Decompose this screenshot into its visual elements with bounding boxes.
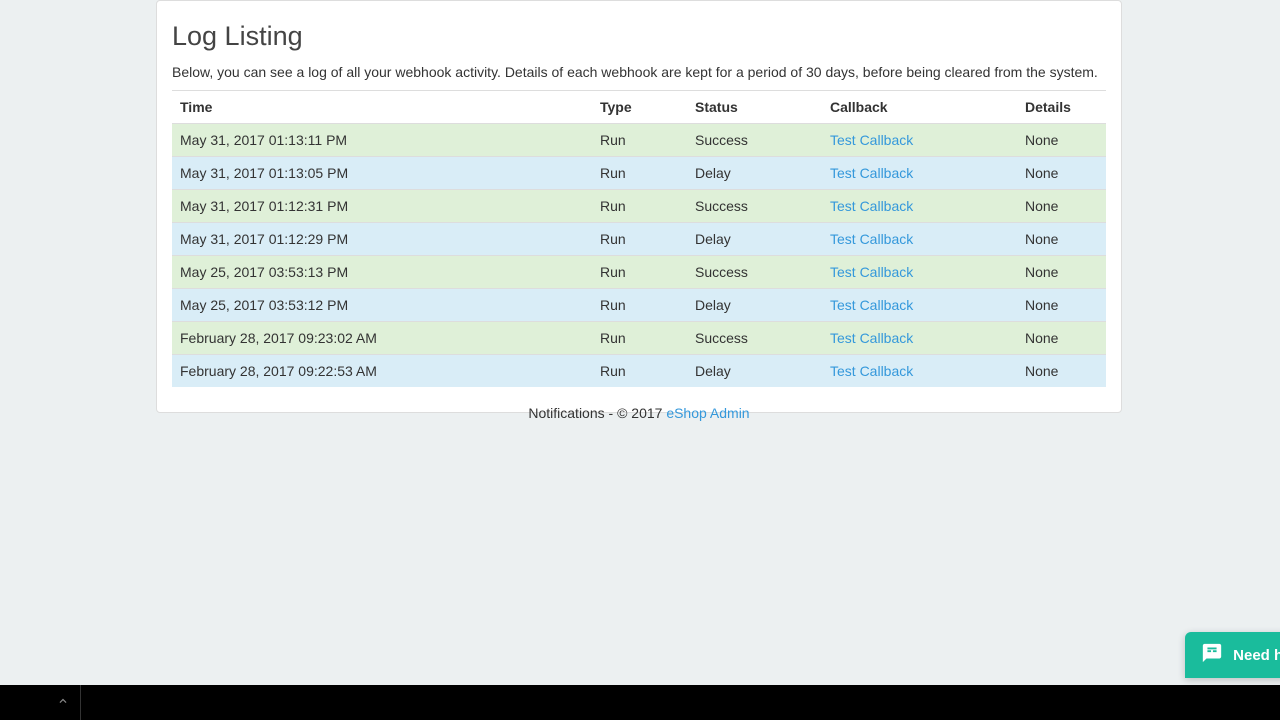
cell-status: Delay bbox=[687, 355, 822, 388]
cell-callback: Test Callback bbox=[822, 157, 1017, 190]
table-row: May 25, 2017 03:53:12 PMRunDelay Test Cal… bbox=[172, 289, 1106, 322]
help-widget[interactable]: Need help? bbox=[1185, 632, 1280, 678]
cell-type: Run bbox=[592, 256, 687, 289]
cell-type: Run bbox=[592, 355, 687, 388]
bottom-bar bbox=[0, 685, 1280, 720]
table-row: May 31, 2017 01:13:05 PMRunDelay Test Cal… bbox=[172, 157, 1106, 190]
cell-type: Run bbox=[592, 124, 687, 157]
cell-type: Run bbox=[592, 157, 687, 190]
footer-text: Notifications - © 2017 bbox=[528, 405, 666, 421]
header-details: Details bbox=[1017, 91, 1106, 124]
cell-status: Success bbox=[687, 190, 822, 223]
cell-callback: Test Callback bbox=[822, 256, 1017, 289]
cell-details: None bbox=[1017, 256, 1106, 289]
callback-link[interactable]: Test Callback bbox=[830, 231, 913, 247]
cell-status: Success bbox=[687, 256, 822, 289]
cell-status: Success bbox=[687, 124, 822, 157]
cell-status: Success bbox=[687, 322, 822, 355]
log-table: Time Type Status Callback Details May 31… bbox=[172, 90, 1106, 387]
callback-link[interactable]: Test Callback bbox=[830, 264, 913, 280]
table-row: February 28, 2017 09:23:02 AMRunSuccess T… bbox=[172, 322, 1106, 355]
cell-type: Run bbox=[592, 223, 687, 256]
cell-callback: Test Callback bbox=[822, 124, 1017, 157]
cell-details: None bbox=[1017, 190, 1106, 223]
cell-time: February 28, 2017 09:23:02 AM bbox=[172, 322, 592, 355]
header-time: Time bbox=[172, 91, 592, 124]
table-row: May 31, 2017 01:12:29 PMRunDelay Test Cal… bbox=[172, 223, 1106, 256]
chevron-up-icon bbox=[56, 694, 70, 711]
callback-link[interactable]: Test Callback bbox=[830, 132, 913, 148]
cell-details: None bbox=[1017, 355, 1106, 388]
cell-details: None bbox=[1017, 157, 1106, 190]
scroll-top-button[interactable] bbox=[45, 685, 81, 720]
cell-time: February 28, 2017 09:22:53 AM bbox=[172, 355, 592, 388]
help-label: Need help? bbox=[1233, 647, 1280, 664]
cell-callback: Test Callback bbox=[822, 355, 1017, 388]
callback-link[interactable]: Test Callback bbox=[830, 330, 913, 346]
cell-callback: Test Callback bbox=[822, 322, 1017, 355]
table-row: February 28, 2017 09:22:53 AMRunDelay Tes… bbox=[172, 355, 1106, 388]
page-title: Log Listing bbox=[172, 21, 1106, 52]
table-row: May 31, 2017 01:12:31 PMRunSuccess Test C… bbox=[172, 190, 1106, 223]
table-row: May 25, 2017 03:53:13 PMRunSuccess Test C… bbox=[172, 256, 1106, 289]
cell-time: May 25, 2017 03:53:12 PM bbox=[172, 289, 592, 322]
cell-type: Run bbox=[592, 289, 687, 322]
cell-callback: Test Callback bbox=[822, 190, 1017, 223]
table-header-row: Time Type Status Callback Details bbox=[172, 91, 1106, 124]
callback-link[interactable]: Test Callback bbox=[830, 165, 913, 181]
cell-time: May 25, 2017 03:53:13 PM bbox=[172, 256, 592, 289]
chat-icon bbox=[1201, 642, 1223, 668]
page-description: Below, you can see a log of all your web… bbox=[172, 64, 1106, 80]
cell-status: Delay bbox=[687, 289, 822, 322]
cell-time: May 31, 2017 01:13:05 PM bbox=[172, 157, 592, 190]
cell-status: Delay bbox=[687, 223, 822, 256]
footer: Notifications - © 2017 eShop Admin bbox=[156, 405, 1122, 421]
cell-type: Run bbox=[592, 322, 687, 355]
log-listing-panel: Log Listing Below, you can see a log of … bbox=[156, 0, 1122, 413]
header-type: Type bbox=[592, 91, 687, 124]
cell-time: May 31, 2017 01:12:31 PM bbox=[172, 190, 592, 223]
cell-details: None bbox=[1017, 223, 1106, 256]
cell-callback: Test Callback bbox=[822, 223, 1017, 256]
cell-details: None bbox=[1017, 289, 1106, 322]
cell-type: Run bbox=[592, 190, 687, 223]
footer-link[interactable]: eShop Admin bbox=[666, 405, 749, 421]
cell-time: May 31, 2017 01:12:29 PM bbox=[172, 223, 592, 256]
cell-time: May 31, 2017 01:13:11 PM bbox=[172, 124, 592, 157]
callback-link[interactable]: Test Callback bbox=[830, 198, 913, 214]
table-row: May 31, 2017 01:13:11 PMRunSuccess Test C… bbox=[172, 124, 1106, 157]
cell-status: Delay bbox=[687, 157, 822, 190]
cell-details: None bbox=[1017, 124, 1106, 157]
header-callback: Callback bbox=[822, 91, 1017, 124]
header-status: Status bbox=[687, 91, 822, 124]
cell-details: None bbox=[1017, 322, 1106, 355]
cell-callback: Test Callback bbox=[822, 289, 1017, 322]
callback-link[interactable]: Test Callback bbox=[830, 363, 913, 379]
callback-link[interactable]: Test Callback bbox=[830, 297, 913, 313]
